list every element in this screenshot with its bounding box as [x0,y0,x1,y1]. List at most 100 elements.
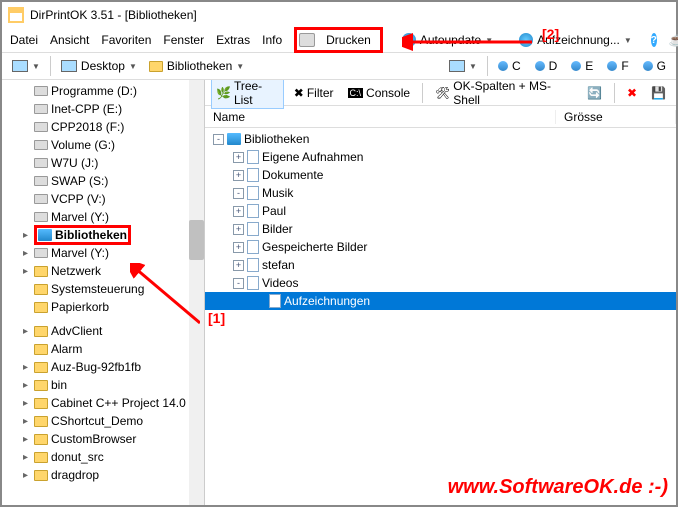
breadcrumb-biblio[interactable]: Bibliotheken ▼ [145,58,248,74]
console-button[interactable]: C:\ Console [344,85,415,101]
tree-node[interactable]: Systemsteuerung [2,280,204,298]
autoupdate-label: Autoupdate [420,33,481,47]
drive-dot-icon [571,61,581,71]
tree-node[interactable]: ▸Bibliotheken [2,226,204,244]
expand-icon[interactable]: + [233,170,244,181]
scrollbar[interactable] [189,80,204,505]
drive-E[interactable]: E [567,58,597,74]
tree-node[interactable]: Marvel (Y:) [2,208,204,226]
view-button[interactable]: ▼ [8,59,44,73]
menu-favoriten[interactable]: Favoriten [101,33,151,47]
refresh-button[interactable]: 🔄 [583,85,606,101]
list-row[interactable]: + Dokumente [205,166,676,184]
tree-label: Bibliotheken [55,228,127,242]
delete-button[interactable]: ✖ [623,85,641,101]
breadcrumb-desktop[interactable]: Desktop ▼ [57,58,141,74]
drive-G[interactable]: G [639,58,670,74]
display-mode-button[interactable]: ▼ [445,59,481,73]
menu-extras[interactable]: Extras [216,33,250,47]
expand-icon[interactable]: + [233,260,244,271]
tree-node[interactable]: Inet-CPP (E:) [2,100,204,118]
list-row[interactable]: + stefan [205,256,676,274]
globe-icon [402,33,416,47]
tree-node[interactable]: Programme (D:) [2,82,204,100]
folder-icon [34,344,48,355]
treelist-label: Tree-List [234,80,279,107]
col-name[interactable]: Name [205,110,556,124]
tree-node[interactable]: ▸AdvClient [2,322,204,340]
tree-node[interactable]: VCPP (V:) [2,190,204,208]
lib-icon [227,133,241,145]
aufzeichnung-button[interactable]: Aufzeichnung... ▼ [512,30,639,50]
separator [50,56,51,76]
list-row[interactable]: - Musik [205,184,676,202]
drive-F[interactable]: F [603,58,632,74]
okspalten-button[interactable]: 🛠 OK-Spalten + MS-Shell [431,80,577,108]
list-row[interactable]: - Bibliotheken [205,130,676,148]
drive-icon [34,176,48,186]
tools-icon: 🛠 [435,86,450,100]
list-row[interactable]: + Gespeicherte Bilder [205,238,676,256]
list-row[interactable]: + Eigene Aufnahmen [205,148,676,166]
tree-node[interactable]: Papierkorb [2,298,204,316]
drive-icon [34,212,48,222]
autoupdate-button[interactable]: Autoupdate ▼ [395,30,500,50]
expand-icon[interactable]: - [233,188,244,199]
expand-icon[interactable]: + [233,206,244,217]
twisty-icon [20,212,31,223]
drive-C[interactable]: C [494,58,525,74]
tree-label: Programme (D:) [51,84,137,98]
tree-node[interactable]: SWAP (S:) [2,172,204,190]
tree-node[interactable]: ▸CustomBrowser [2,430,204,448]
doc-icon [247,204,259,218]
print-button[interactable]: Drucken [319,30,378,50]
tree-node[interactable]: ▸Marvel (Y:) [2,244,204,262]
treelist-button[interactable]: 🌿 Tree-List [211,80,284,109]
expand-icon[interactable]: + [233,224,244,235]
menu-ansicht[interactable]: Ansicht [50,33,89,47]
row-label: Paul [262,204,286,218]
tree-node[interactable]: ▸dragdrop [2,466,204,484]
folder-icon [34,470,48,481]
menu-datei[interactable]: Datei [10,33,38,47]
list-row[interactable]: Aufzeichnungen [205,292,676,310]
menu-fenster[interactable]: Fenster [163,33,204,47]
tree-node[interactable]: Alarm [2,340,204,358]
expand-icon[interactable]: - [233,278,244,289]
print-button-highlight: Drucken [294,27,383,53]
list-row[interactable]: - Videos [205,274,676,292]
tree-node[interactable]: ▸donut_src [2,448,204,466]
col-groesse[interactable]: Grösse [556,110,676,124]
tree-node[interactable]: ▸Auz-Bug-92fb1fb [2,358,204,376]
tree-label: Cabinet C++ Project 14.0 [51,396,186,410]
tree-node[interactable]: Volume (G:) [2,136,204,154]
tree-node[interactable]: ▸CShortcut_Demo [2,412,204,430]
tree-label: Inet-CPP (E:) [51,102,122,116]
filter-button[interactable]: ✖ Filter [290,85,338,101]
tree-label: Alarm [51,342,82,356]
twisty-icon: ▸ [20,398,31,409]
list-row[interactable]: + Paul [205,202,676,220]
expand-icon[interactable]: + [233,242,244,253]
coffee-icon[interactable]: ☕ [669,33,678,47]
list-row[interactable]: + Bilder [205,220,676,238]
scrollbar-thumb[interactable] [189,220,204,260]
drive-D[interactable]: D [531,58,562,74]
tree-node[interactable]: ▸bin [2,376,204,394]
tree-node[interactable]: CPP2018 (F:) [2,118,204,136]
menu-info[interactable]: Info [262,33,282,47]
tree-label: Marvel (Y:) [51,246,109,260]
twisty-icon [20,344,31,355]
help-icon[interactable]: ? [651,33,657,47]
twisty-icon [20,194,31,205]
expand-icon[interactable]: + [233,152,244,163]
expand-icon[interactable]: - [213,134,224,145]
row-label: stefan [262,258,295,272]
save-button[interactable]: 💾 [647,85,670,101]
tree-node[interactable]: ▸Netzwerk [2,262,204,280]
folder-icon [34,326,48,337]
twisty-icon: ▸ [20,452,31,463]
tree-node[interactable]: ▸ Cabinet C++ Project 14.0 [2,394,204,412]
printer-icon [299,33,315,47]
tree-node[interactable]: W7U (J:) [2,154,204,172]
